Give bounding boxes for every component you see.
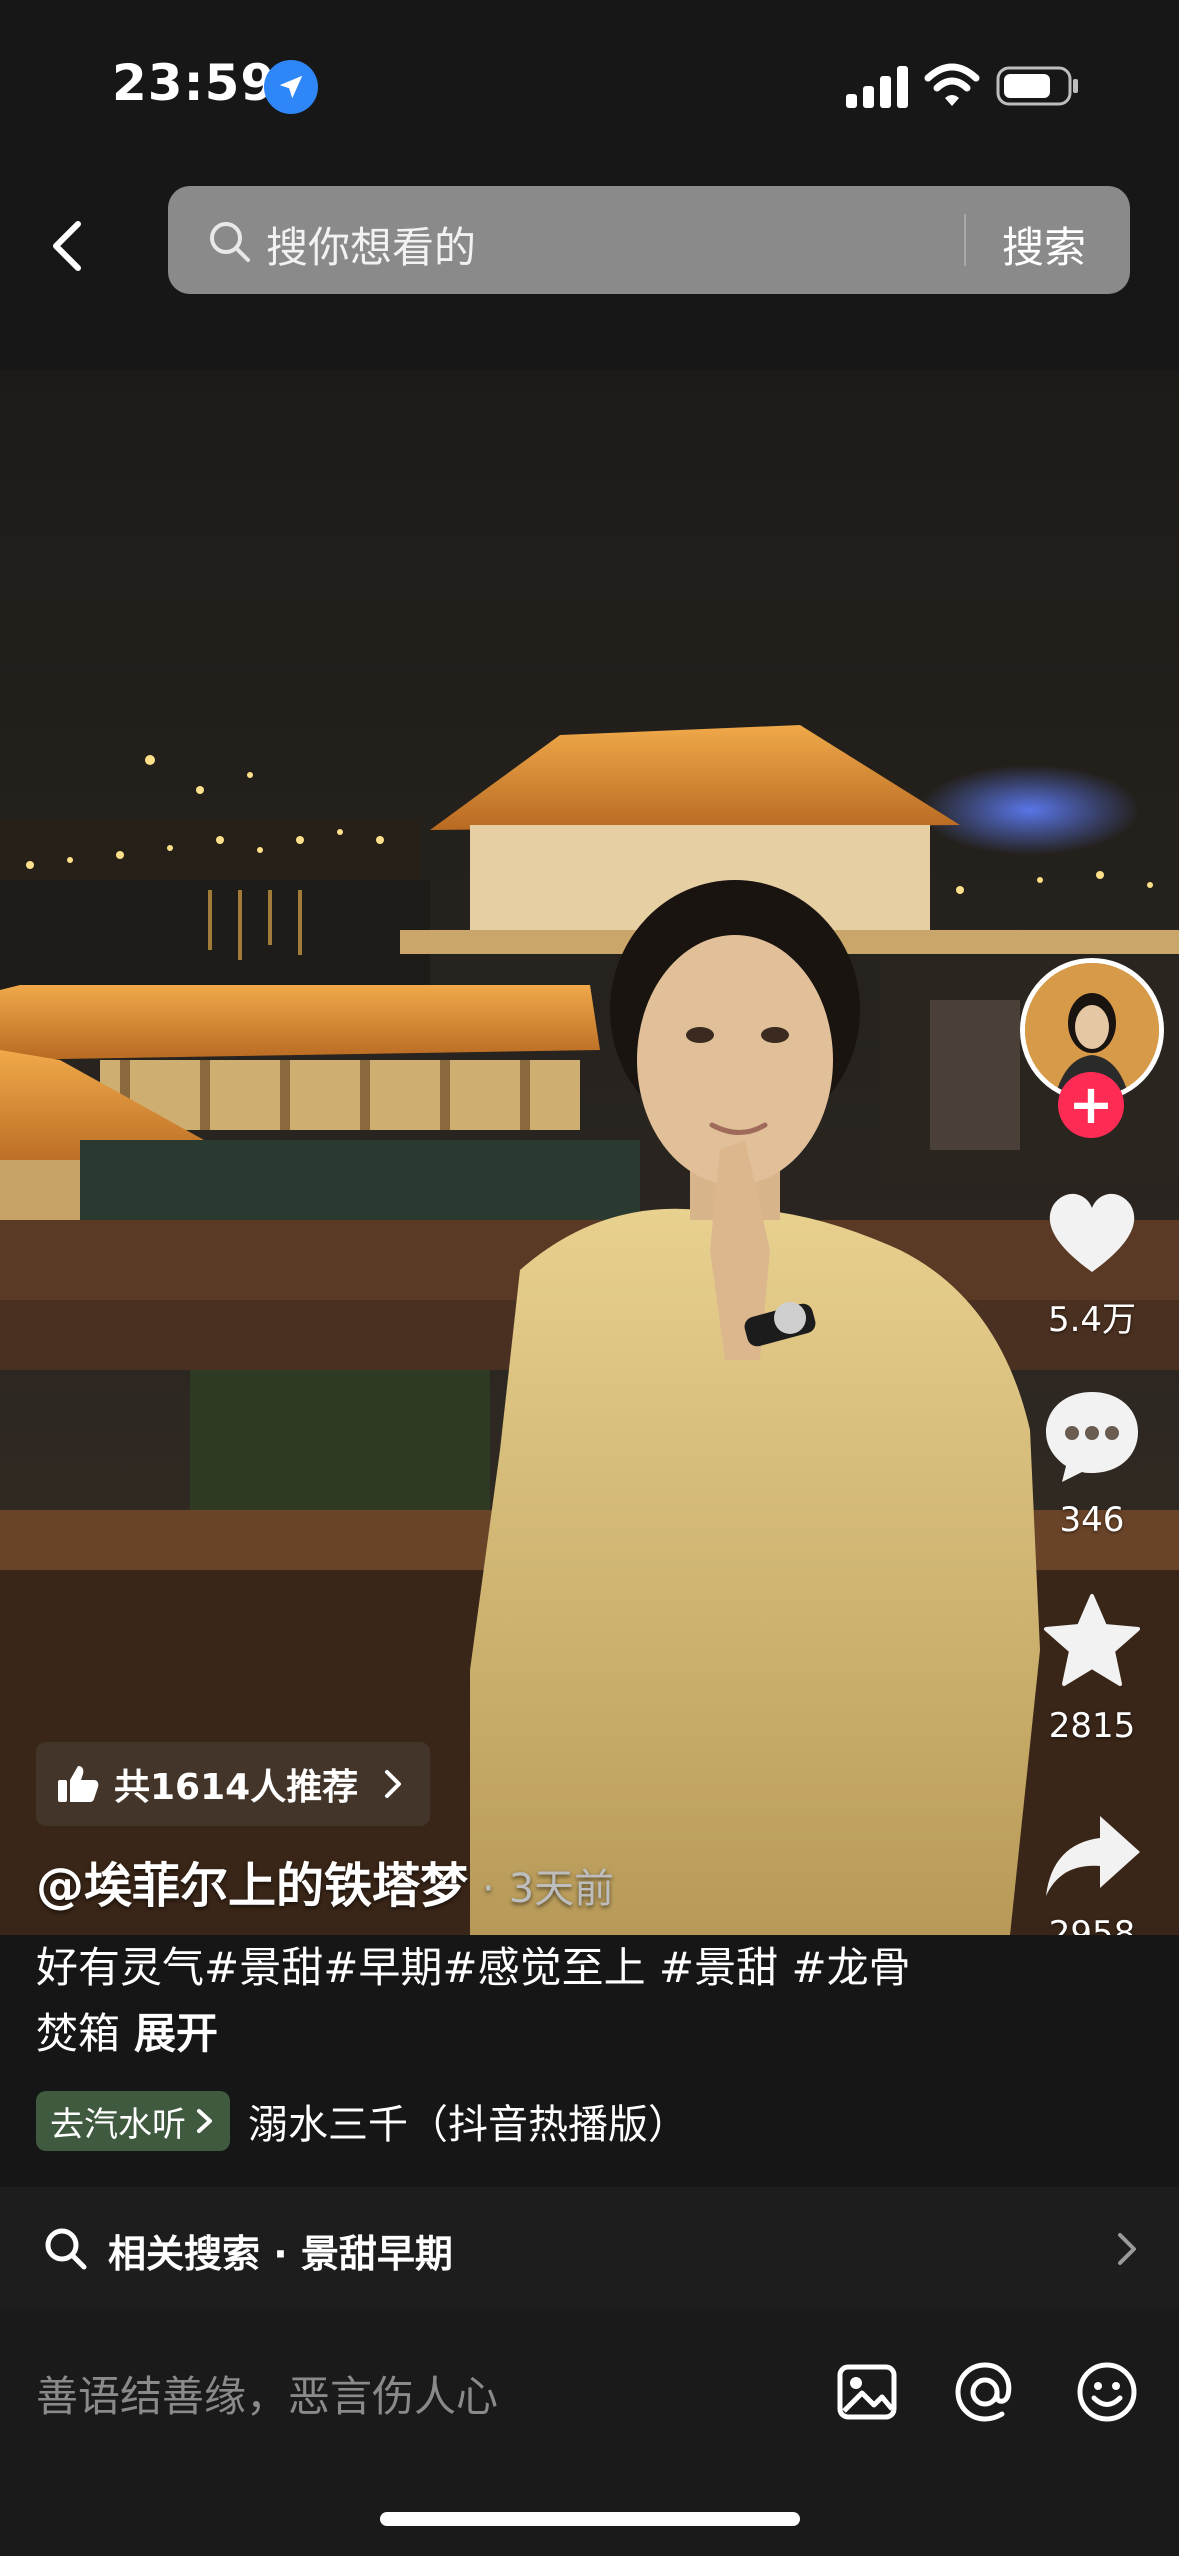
- follow-plus-button[interactable]: +: [1058, 1072, 1124, 1138]
- wifi-icon: [924, 63, 980, 106]
- thumbs-up-icon: [58, 1766, 99, 1802]
- author-name[interactable]: @埃菲尔上的铁塔梦: [36, 1858, 468, 1914]
- caption-area: 好有灵气#景甜#早期#感觉至上 #景甜 #龙骨焚箱 展开 去汽水听 溺水三千（抖音…: [0, 1935, 1179, 2187]
- separator: ·: [482, 1866, 495, 1912]
- back-arrow-icon[interactable]: [36, 214, 100, 278]
- image-icon[interactable]: [834, 2359, 900, 2425]
- emoji-icon[interactable]: [1074, 2359, 1140, 2425]
- expand-button[interactable]: 展开: [134, 2009, 218, 2058]
- location-icon: [264, 60, 318, 114]
- cellular-signal-icon: [846, 66, 908, 108]
- search-button[interactable]: 搜索: [1002, 214, 1086, 275]
- search-divider: [964, 214, 966, 266]
- recommend-label: 共1614人推荐: [114, 1767, 359, 1808]
- music-tag-label: 去汽水听: [50, 2104, 186, 2145]
- posted-time: 3天前: [508, 1866, 615, 1912]
- chevron-right-icon: [197, 2109, 212, 2133]
- related-search-label: 相关搜索 · 景甜早期: [108, 2232, 453, 2276]
- mention-at-icon[interactable]: [952, 2359, 1018, 2425]
- search-icon: [210, 222, 250, 262]
- chevron-right-icon: [385, 1770, 402, 1798]
- share-arrow-icon[interactable]: [1040, 1804, 1144, 1908]
- search-icon: [45, 2228, 87, 2270]
- favorite-star-icon[interactable]: [1040, 1590, 1144, 1694]
- comment-bubble-icon[interactable]: [1040, 1384, 1144, 1488]
- video-caption[interactable]: 好有灵气#景甜#早期#感觉至上 #景甜 #龙骨焚箱 展开: [36, 1935, 916, 2067]
- video-player[interactable]: [0, 370, 1179, 1935]
- like-heart-icon[interactable]: [1040, 1180, 1144, 1284]
- music-row: 去汽水听 溺水三千（抖音热播版）: [36, 2091, 688, 2151]
- comment-input[interactable]: 善语结善缘，恶言伤人心: [36, 2363, 498, 2424]
- music-title[interactable]: 溺水三千（抖音热播版）: [248, 2092, 688, 2150]
- recommend-badge[interactable]: 共1614人推荐: [36, 1742, 431, 1826]
- search-input[interactable]: 搜你想看的 搜索: [168, 186, 1130, 294]
- favorite-count: 2815: [1048, 1706, 1136, 1746]
- home-indicator[interactable]: [380, 2512, 800, 2526]
- status-bar: 23:59: [0, 0, 1179, 170]
- comment-count: 346: [1059, 1500, 1125, 1540]
- chevron-right-icon: [1118, 2233, 1136, 2265]
- battery-icon: [996, 66, 1078, 106]
- search-header: 搜你想看的 搜索: [0, 170, 1179, 370]
- status-time: 23:59: [112, 54, 277, 112]
- related-search-bar[interactable]: 相关搜索 · 景甜早期: [0, 2187, 1179, 2309]
- video-frame: [0, 370, 1179, 1935]
- search-placeholder: 搜你想看的: [266, 223, 477, 272]
- like-count: 5.4万: [1047, 1300, 1137, 1340]
- open-music-app-tag[interactable]: 去汽水听: [36, 2091, 230, 2151]
- author-line: @埃菲尔上的铁塔梦 · 3天前: [36, 1846, 614, 1916]
